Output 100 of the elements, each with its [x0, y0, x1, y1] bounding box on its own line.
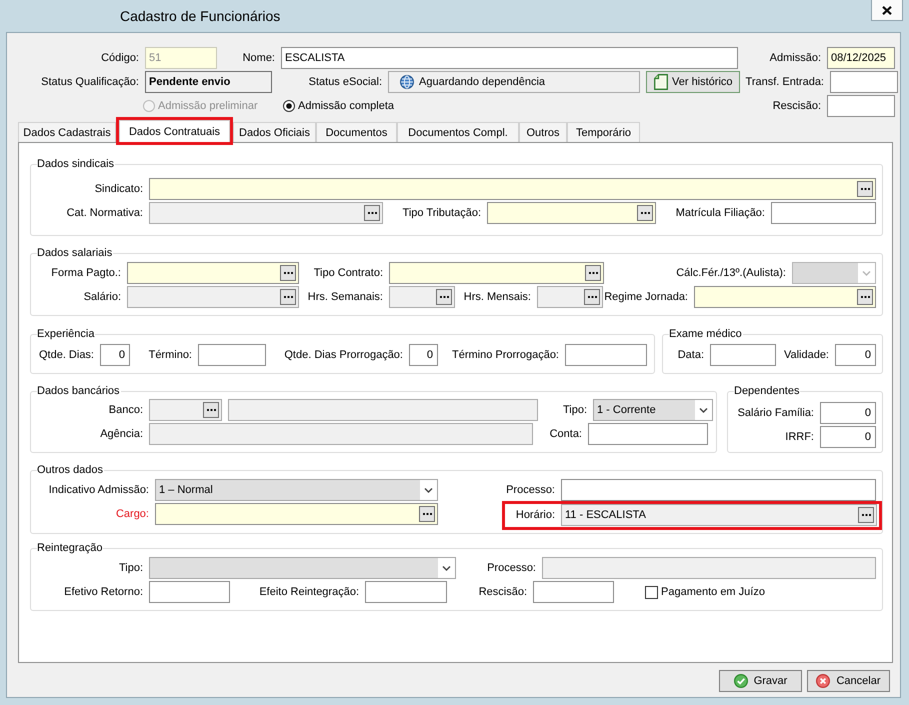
number-field[interactable]: 0 [835, 344, 876, 366]
field-label: Cálc.Fér./13º.(Aulista): [676, 266, 786, 280]
input-field[interactable] [198, 344, 266, 366]
field-label: Cat. Normativa: [66, 206, 143, 220]
radio-button[interactable] [283, 100, 295, 112]
number-field[interactable]: 0 [100, 344, 130, 366]
input-field[interactable] [149, 423, 533, 445]
status-text: Aguardando dependência [419, 75, 546, 89]
input-field[interactable]: 08/12/2025 [827, 47, 895, 69]
field-label: Tipo Tributação: [402, 206, 481, 220]
input-field[interactable] [588, 423, 708, 445]
lookup-button[interactable] [585, 265, 601, 281]
tab[interactable]: Temporário [567, 122, 640, 142]
field-label: Efetivo Retorno: [64, 585, 143, 599]
field-label: Cargo: [116, 507, 149, 521]
input-field[interactable] [149, 581, 230, 603]
lookup-field[interactable] [694, 286, 876, 308]
field-label: Qtde. Dias: [38, 348, 94, 362]
field-label: Hrs. Semanais: [308, 290, 383, 304]
input-field[interactable] [542, 557, 876, 579]
lookup-field[interactable] [149, 399, 222, 421]
input-field[interactable] [365, 581, 447, 603]
field-label: Data: [678, 348, 704, 362]
radio-label: Admissão completa [298, 99, 394, 113]
number-field[interactable]: 0 [409, 344, 438, 366]
field-label: Término: [148, 348, 192, 362]
tab[interactable]: Documentos Compl. [397, 122, 519, 142]
field-label: Qtde. Dias Prorrogação: [284, 348, 403, 362]
number-field[interactable]: 0 [820, 426, 876, 448]
check-circle-icon [734, 674, 748, 688]
field-label: Término Prorrogação: [452, 348, 559, 362]
lookup-button[interactable] [637, 205, 653, 221]
lookup-button[interactable] [364, 205, 380, 221]
lookup-button[interactable] [280, 265, 296, 281]
lookup-field[interactable] [389, 286, 455, 308]
tab[interactable]: Documentos [316, 122, 397, 142]
lookup-field[interactable] [487, 202, 656, 224]
input-field[interactable] [830, 71, 898, 93]
lookup-button[interactable] [280, 289, 296, 305]
field-label: IRRF: [785, 430, 814, 444]
checkbox[interactable] [645, 586, 658, 598]
cancel-button[interactable]: Cancelar [807, 670, 890, 692]
field-label: Status Qualificação: [41, 75, 139, 89]
field-label: Efeito Reintegração: [259, 585, 359, 599]
lookup-button[interactable] [436, 289, 452, 305]
lookup-field[interactable] [149, 178, 876, 200]
lookup-field[interactable]: 11 - ESCALISTA [561, 504, 877, 526]
field-label: Tipo Contrato: [314, 266, 383, 280]
input-field[interactable] [771, 202, 876, 224]
dropdown[interactable]: 1 - Corrente [593, 399, 713, 421]
lookup-field[interactable] [127, 262, 299, 284]
field-label: Validade: [784, 348, 829, 362]
checkbox-label: Pagamento em Juízo [661, 585, 765, 599]
group-title: Experiência [37, 327, 96, 341]
lookup-button[interactable] [857, 181, 873, 197]
input-field[interactable] [565, 344, 647, 366]
input-field[interactable] [228, 399, 538, 421]
input-field[interactable] [533, 581, 614, 603]
x-circle-icon [816, 674, 830, 688]
field-label: Tipo: [118, 561, 143, 575]
field-label: Rescisão: [478, 585, 527, 599]
field-label: Tipo: [562, 403, 587, 417]
field-label: Conta: [550, 427, 582, 441]
field-label: Código: [101, 51, 139, 65]
input-field[interactable]: ESCALISTA [281, 47, 738, 69]
field-label: Processo: [506, 483, 555, 497]
lookup-button[interactable] [858, 507, 874, 523]
input-field[interactable] [827, 95, 895, 117]
lookup-button[interactable] [857, 289, 873, 305]
radio-label: Admissão preliminar [158, 99, 258, 113]
tab[interactable]: Outros [519, 122, 567, 142]
lookup-field[interactable] [149, 202, 383, 224]
save-button[interactable]: Gravar [719, 670, 802, 692]
lookup-button[interactable] [584, 289, 600, 305]
field-label: Matrícula Filiação: [676, 206, 765, 220]
lookup-button[interactable] [419, 506, 435, 522]
chevron-icon [438, 558, 455, 578]
field-label: Salário: [84, 290, 121, 304]
field-label: Hrs. Mensais: [464, 290, 531, 304]
field-label: Transf. Entrada: [746, 75, 824, 89]
group-title: Reintegração [37, 541, 104, 555]
input-field[interactable] [561, 479, 876, 501]
tab[interactable]: Dados Oficiais [233, 122, 316, 142]
lookup-field[interactable] [155, 503, 438, 525]
tab[interactable]: Dados Contratuais [119, 120, 230, 142]
field-label: Regime Jornada: [604, 290, 688, 304]
close-button[interactable] [871, 0, 903, 21]
lookup-button[interactable] [203, 402, 219, 418]
lookup-field[interactable] [389, 262, 604, 284]
field-label: Forma Pagto.: [51, 266, 121, 280]
document-icon [654, 74, 668, 90]
number-field[interactable]: 0 [820, 402, 876, 424]
lookup-field[interactable] [537, 286, 603, 308]
lookup-field[interactable] [127, 286, 299, 308]
history-button[interactable]: Ver histórico [646, 71, 740, 93]
chevron-icon [858, 263, 875, 283]
dropdown[interactable] [149, 557, 456, 579]
dropdown[interactable]: 1 – Normal [155, 479, 438, 501]
tab[interactable]: Dados Cadastrais [18, 122, 116, 142]
input-field[interactable] [710, 344, 776, 366]
